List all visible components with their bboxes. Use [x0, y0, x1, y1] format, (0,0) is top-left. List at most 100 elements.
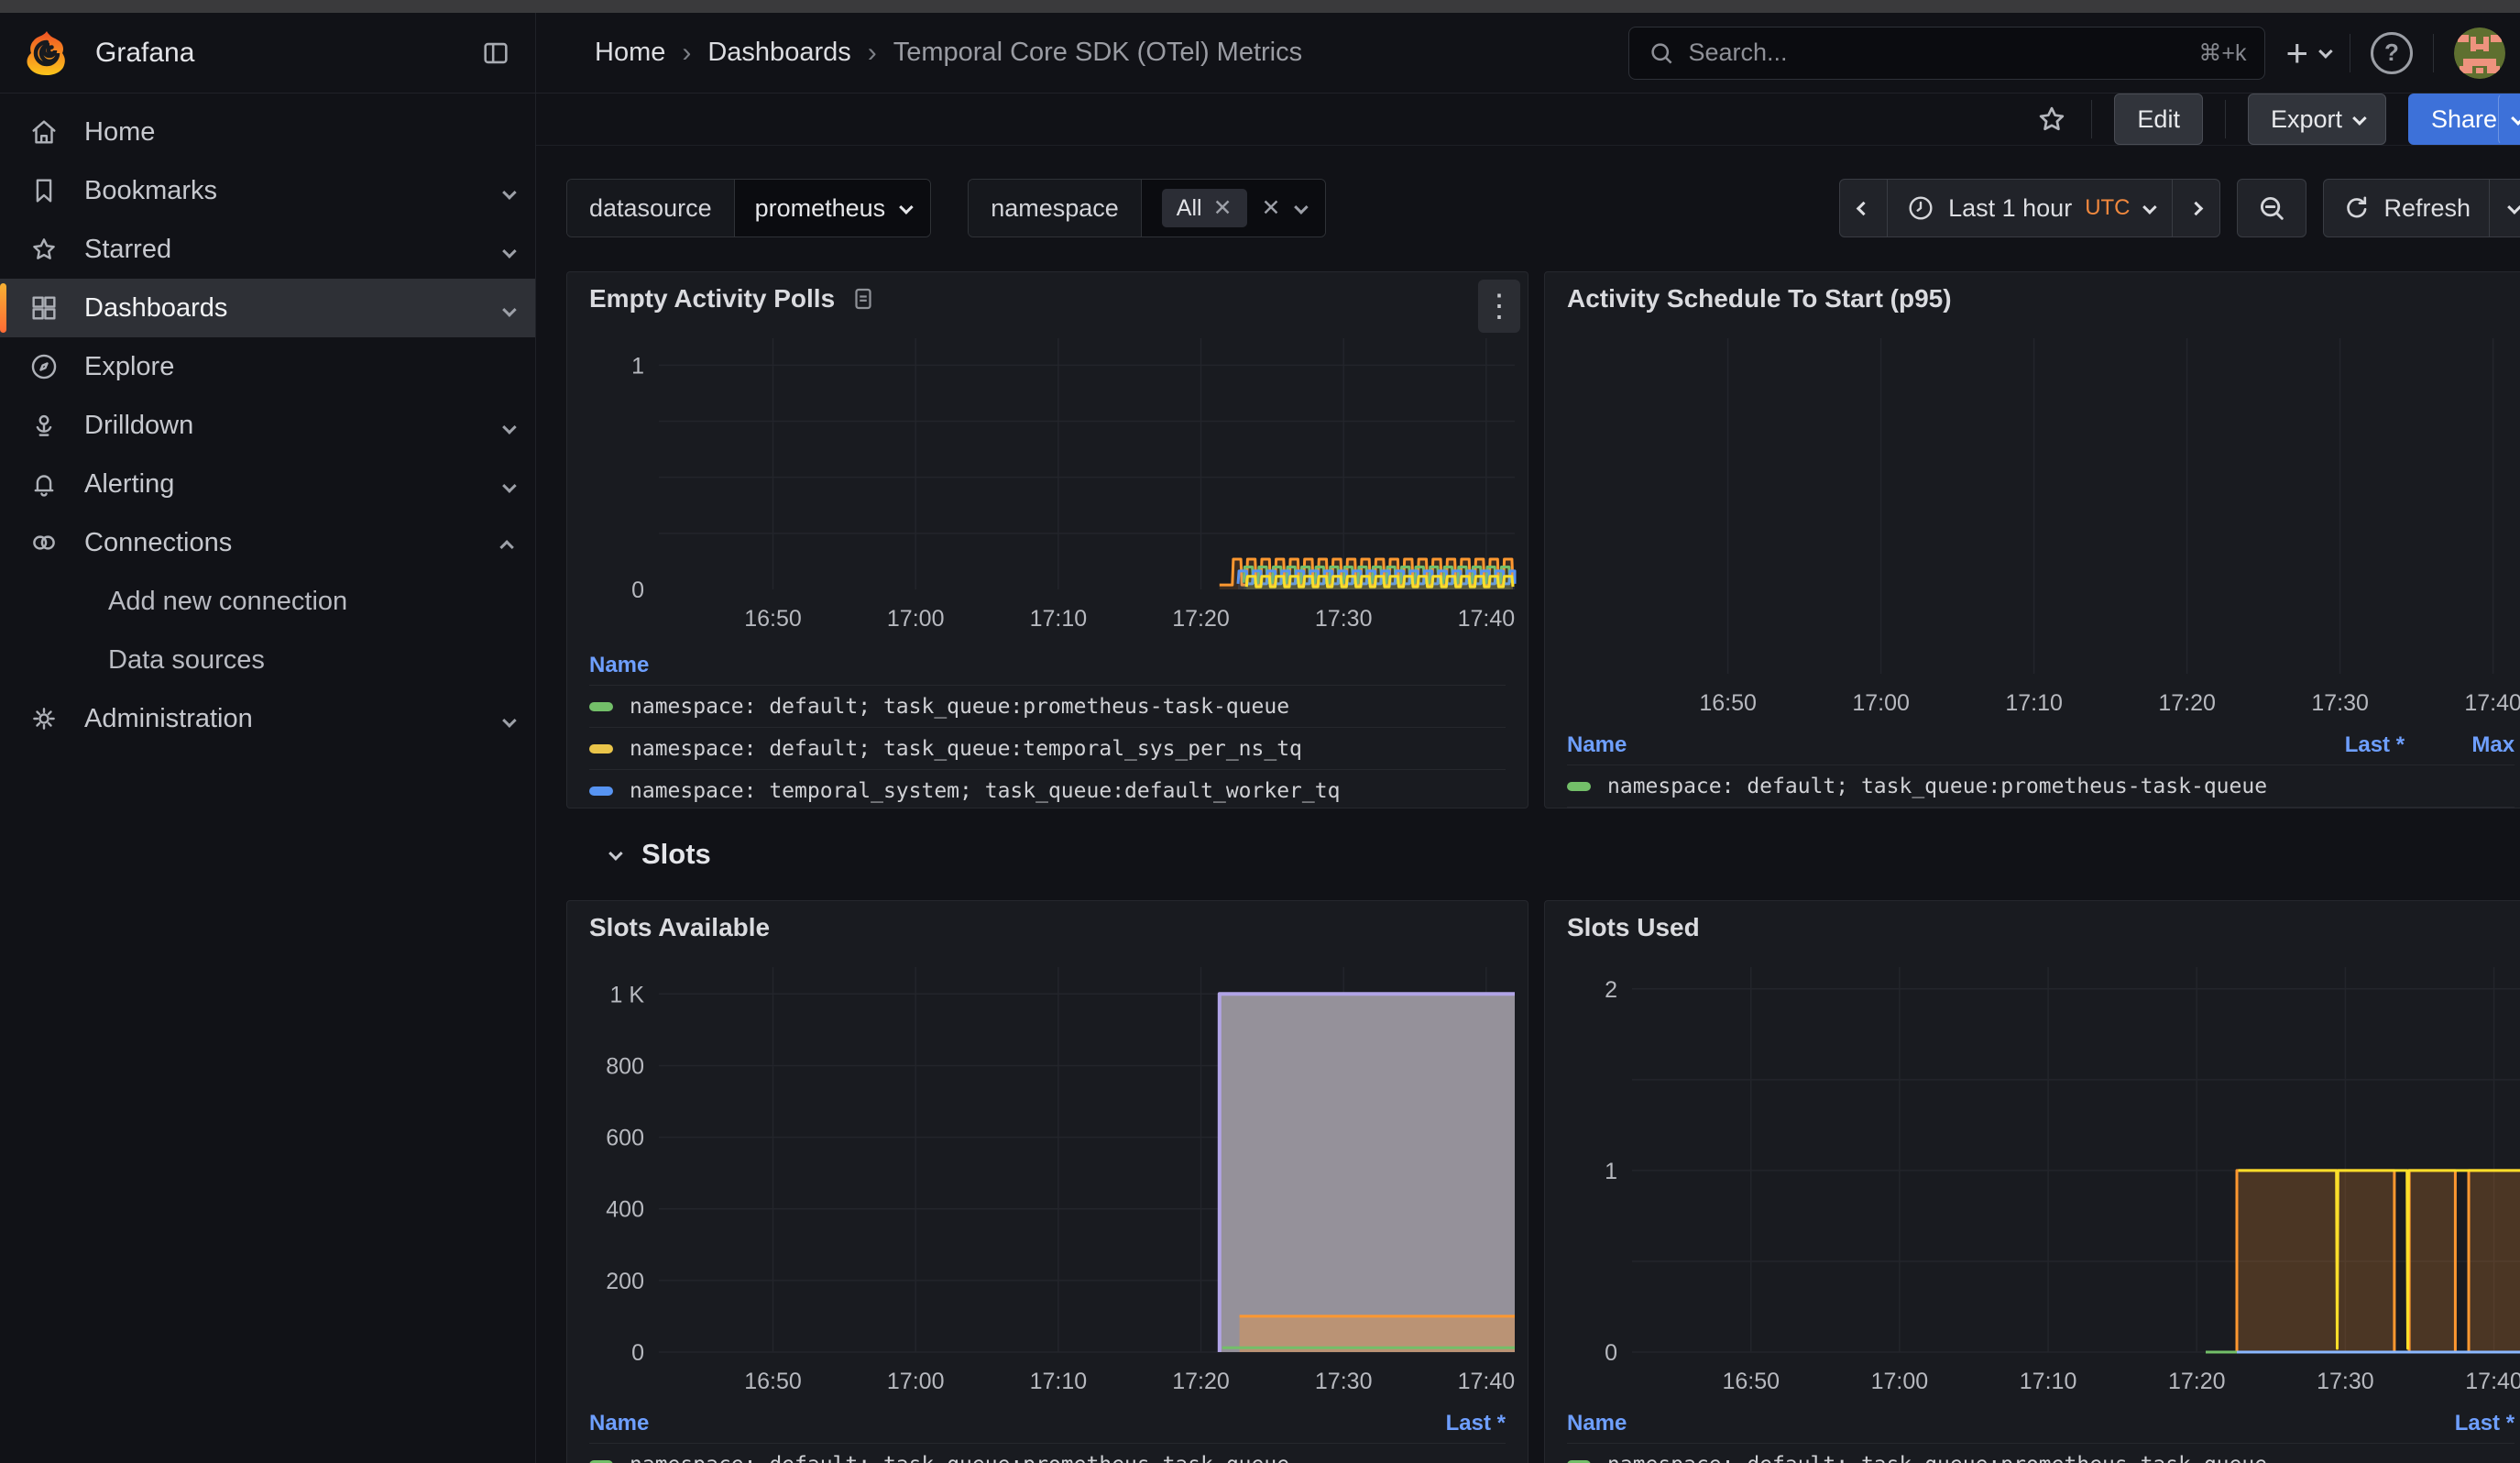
legend-series-row[interactable]: namespace: default; task_queue:prometheu…	[1567, 1444, 2515, 1463]
legend-column-last[interactable]: Last *	[2377, 1411, 2515, 1436]
svg-text:17:40: 17:40	[2465, 1369, 2520, 1394]
user-avatar[interactable]	[2454, 28, 2505, 79]
sidebar-item-home[interactable]: Home	[0, 103, 535, 161]
dashboard-toolbar: Edit Export Share	[536, 94, 2520, 146]
svg-text:1 K: 1 K	[609, 982, 644, 1007]
sidebar-item-alerting[interactable]: Alerting	[0, 455, 535, 513]
legend-column-name[interactable]: Name	[589, 1411, 1368, 1436]
sidebar-item-starred[interactable]: Starred	[0, 220, 535, 279]
legend-column-max[interactable]: Max	[2405, 732, 2515, 758]
sidebar-item-label: Home	[84, 117, 155, 148]
legend-column-last[interactable]: Last *	[1368, 1411, 1506, 1436]
sidebar-item-administration[interactable]: Administration	[0, 689, 535, 748]
legend-column-name[interactable]: Name	[1567, 1411, 2377, 1436]
help-button[interactable]: ?	[2371, 32, 2413, 74]
remove-chip-icon[interactable]: ✕	[1213, 194, 1233, 222]
export-button[interactable]: Export	[2248, 94, 2386, 145]
add-new-button[interactable]: +	[2285, 34, 2329, 72]
svg-text:17:00: 17:00	[887, 1369, 945, 1394]
datasource-select[interactable]: prometheus	[735, 180, 931, 236]
search-input[interactable]	[1688, 38, 2186, 67]
sidebar-item-data-sources[interactable]: Data sources	[0, 631, 535, 689]
legend-series-row[interactable]: namespace: default; task_queue:prometheu…	[589, 1444, 1506, 1463]
chevron-down-icon	[503, 293, 513, 324]
panel-header[interactable]: Empty Activity Polls	[567, 272, 1528, 325]
share-options-button[interactable]	[2498, 94, 2520, 145]
legend-series-row[interactable]: namespace: temporal_system; task_queue:d…	[589, 770, 1506, 808]
clock-icon	[1906, 193, 1935, 223]
window-top-strip	[0, 0, 2520, 13]
panel-menu-button[interactable]: ⋮	[1478, 280, 1520, 333]
panel-header[interactable]: Slots Used	[1545, 901, 2520, 954]
svg-text:17:00: 17:00	[887, 606, 945, 632]
chevron-down-icon	[503, 235, 513, 265]
series-name: namespace: temporal_system; task_queue:d…	[630, 779, 1506, 803]
sidebar-nav: Home Bookmarks StarredDashboards Explore Dri…	[0, 94, 536, 1463]
time-series-chart[interactable]: 1 K800600400200016:5017:0017:1017:2017:3…	[567, 954, 1528, 1403]
svg-text:16:50: 16:50	[1699, 690, 1757, 716]
edit-button[interactable]: Edit	[2114, 94, 2203, 145]
legend-series-row[interactable]: namespace: default; task_queue:prometheu…	[1567, 765, 2515, 808]
refresh-button[interactable]: Refresh	[2324, 180, 2490, 236]
time-shift-forward-button[interactable]	[2172, 180, 2219, 236]
panel-header[interactable]: Activity Schedule To Start (p95)	[1545, 272, 2520, 325]
connections-icon	[27, 527, 60, 558]
chevron-down-icon	[503, 704, 513, 734]
time-series-chart[interactable]: 21016:5017:0017:1017:2017:3017:40	[1545, 954, 2520, 1403]
svg-text:0: 0	[631, 578, 644, 603]
svg-text:800: 800	[606, 1053, 644, 1079]
svg-text:400: 400	[606, 1197, 644, 1223]
sidebar-item-explore[interactable]: Explore	[0, 337, 535, 396]
sidebar-item-add-new-connection[interactable]: Add new connection	[0, 572, 535, 631]
sidebar-item-label: Explore	[84, 352, 174, 382]
svg-text:2: 2	[1605, 977, 1617, 1003]
svg-text:17:00: 17:00	[1871, 1369, 1929, 1394]
breadcrumb-dashboards[interactable]: Dashboards	[707, 38, 850, 68]
legend-series-row[interactable]: namespace: default; task_queue:prometheu…	[589, 686, 1506, 728]
header-brand-area: Grafana	[0, 13, 536, 93]
time-range-picker[interactable]: Last 1 hour UTC	[1887, 180, 2171, 236]
time-series-chart[interactable]: 1016:5017:0017:1017:2017:3017:40	[567, 325, 1528, 645]
section-row-slots[interactable]: Slots	[609, 827, 2520, 882]
panel-slots-available: Slots Available 1 K800600400200016:5017:…	[566, 900, 1528, 1463]
app-header: Grafana Home › Dashboards › Temporal Cor…	[0, 13, 2520, 94]
svg-text:16:50: 16:50	[744, 606, 802, 632]
sidebar-item-drilldown[interactable]: Drilldown	[0, 396, 535, 455]
search-box[interactable]: ⌘+k	[1628, 27, 2265, 80]
series-color-pill	[589, 744, 613, 754]
favorite-star-icon[interactable]	[2034, 102, 2069, 137]
namespace-chip-all[interactable]: All ✕	[1162, 189, 1247, 227]
datasource-variable: datasource prometheus	[566, 179, 931, 237]
breadcrumb: Home › Dashboards › Temporal Core SDK (O…	[595, 13, 1302, 93]
toolbar-divider	[2225, 100, 2226, 138]
compass-icon	[27, 351, 60, 382]
panel-header[interactable]: Slots Available	[567, 901, 1528, 954]
legend-series-row[interactable]: namespace: default; task_queue:temporal_…	[589, 728, 1506, 770]
chevron-down-icon	[503, 176, 513, 206]
sidebar-toggle-icon[interactable]	[480, 38, 511, 69]
legend-column-name[interactable]: Name	[1567, 732, 2267, 758]
time-shift-back-button[interactable]	[1840, 180, 1887, 236]
breadcrumb-home[interactable]: Home	[595, 38, 665, 68]
svg-text:0: 0	[631, 1340, 644, 1366]
panel-empty-activity-polls: Empty Activity Polls ⋮ 1016:5017:0017:10…	[566, 271, 1528, 808]
series-name: namespace: default; task_queue:prometheu…	[1607, 775, 2267, 798]
sidebar-item-label: Bookmarks	[84, 176, 217, 206]
chevron-down-icon	[2352, 111, 2367, 126]
svg-text:1: 1	[1605, 1159, 1617, 1184]
namespace-select[interactable]: All ✕ ✕	[1142, 180, 1326, 236]
breadcrumb-current-dashboard: Temporal Core SDK (OTel) Metrics	[893, 38, 1302, 68]
sidebar-item-dashboards[interactable]: Dashboards	[0, 279, 535, 337]
legend-column-name[interactable]: Name	[589, 653, 1506, 678]
clear-selection-icon[interactable]: ✕	[1262, 194, 1281, 222]
zoom-out-time-button[interactable]	[2238, 180, 2306, 236]
panel-description-icon[interactable]	[849, 285, 877, 313]
time-series-chart[interactable]: 16:5017:0017:1017:2017:3017:40	[1545, 325, 2520, 725]
panel-slots-used: Slots Used 21016:5017:0017:1017:2017:301…	[1544, 900, 2520, 1463]
sidebar-item-label: Connections	[84, 528, 232, 558]
sidebar-item-bookmarks[interactable]: Bookmarks	[0, 161, 535, 220]
sidebar-item-connections[interactable]: Connections	[0, 513, 535, 572]
refresh-interval-button[interactable]	[2489, 180, 2520, 236]
sidebar-item-label: Data sources	[108, 645, 265, 676]
legend-column-last[interactable]: Last *	[2267, 732, 2405, 758]
